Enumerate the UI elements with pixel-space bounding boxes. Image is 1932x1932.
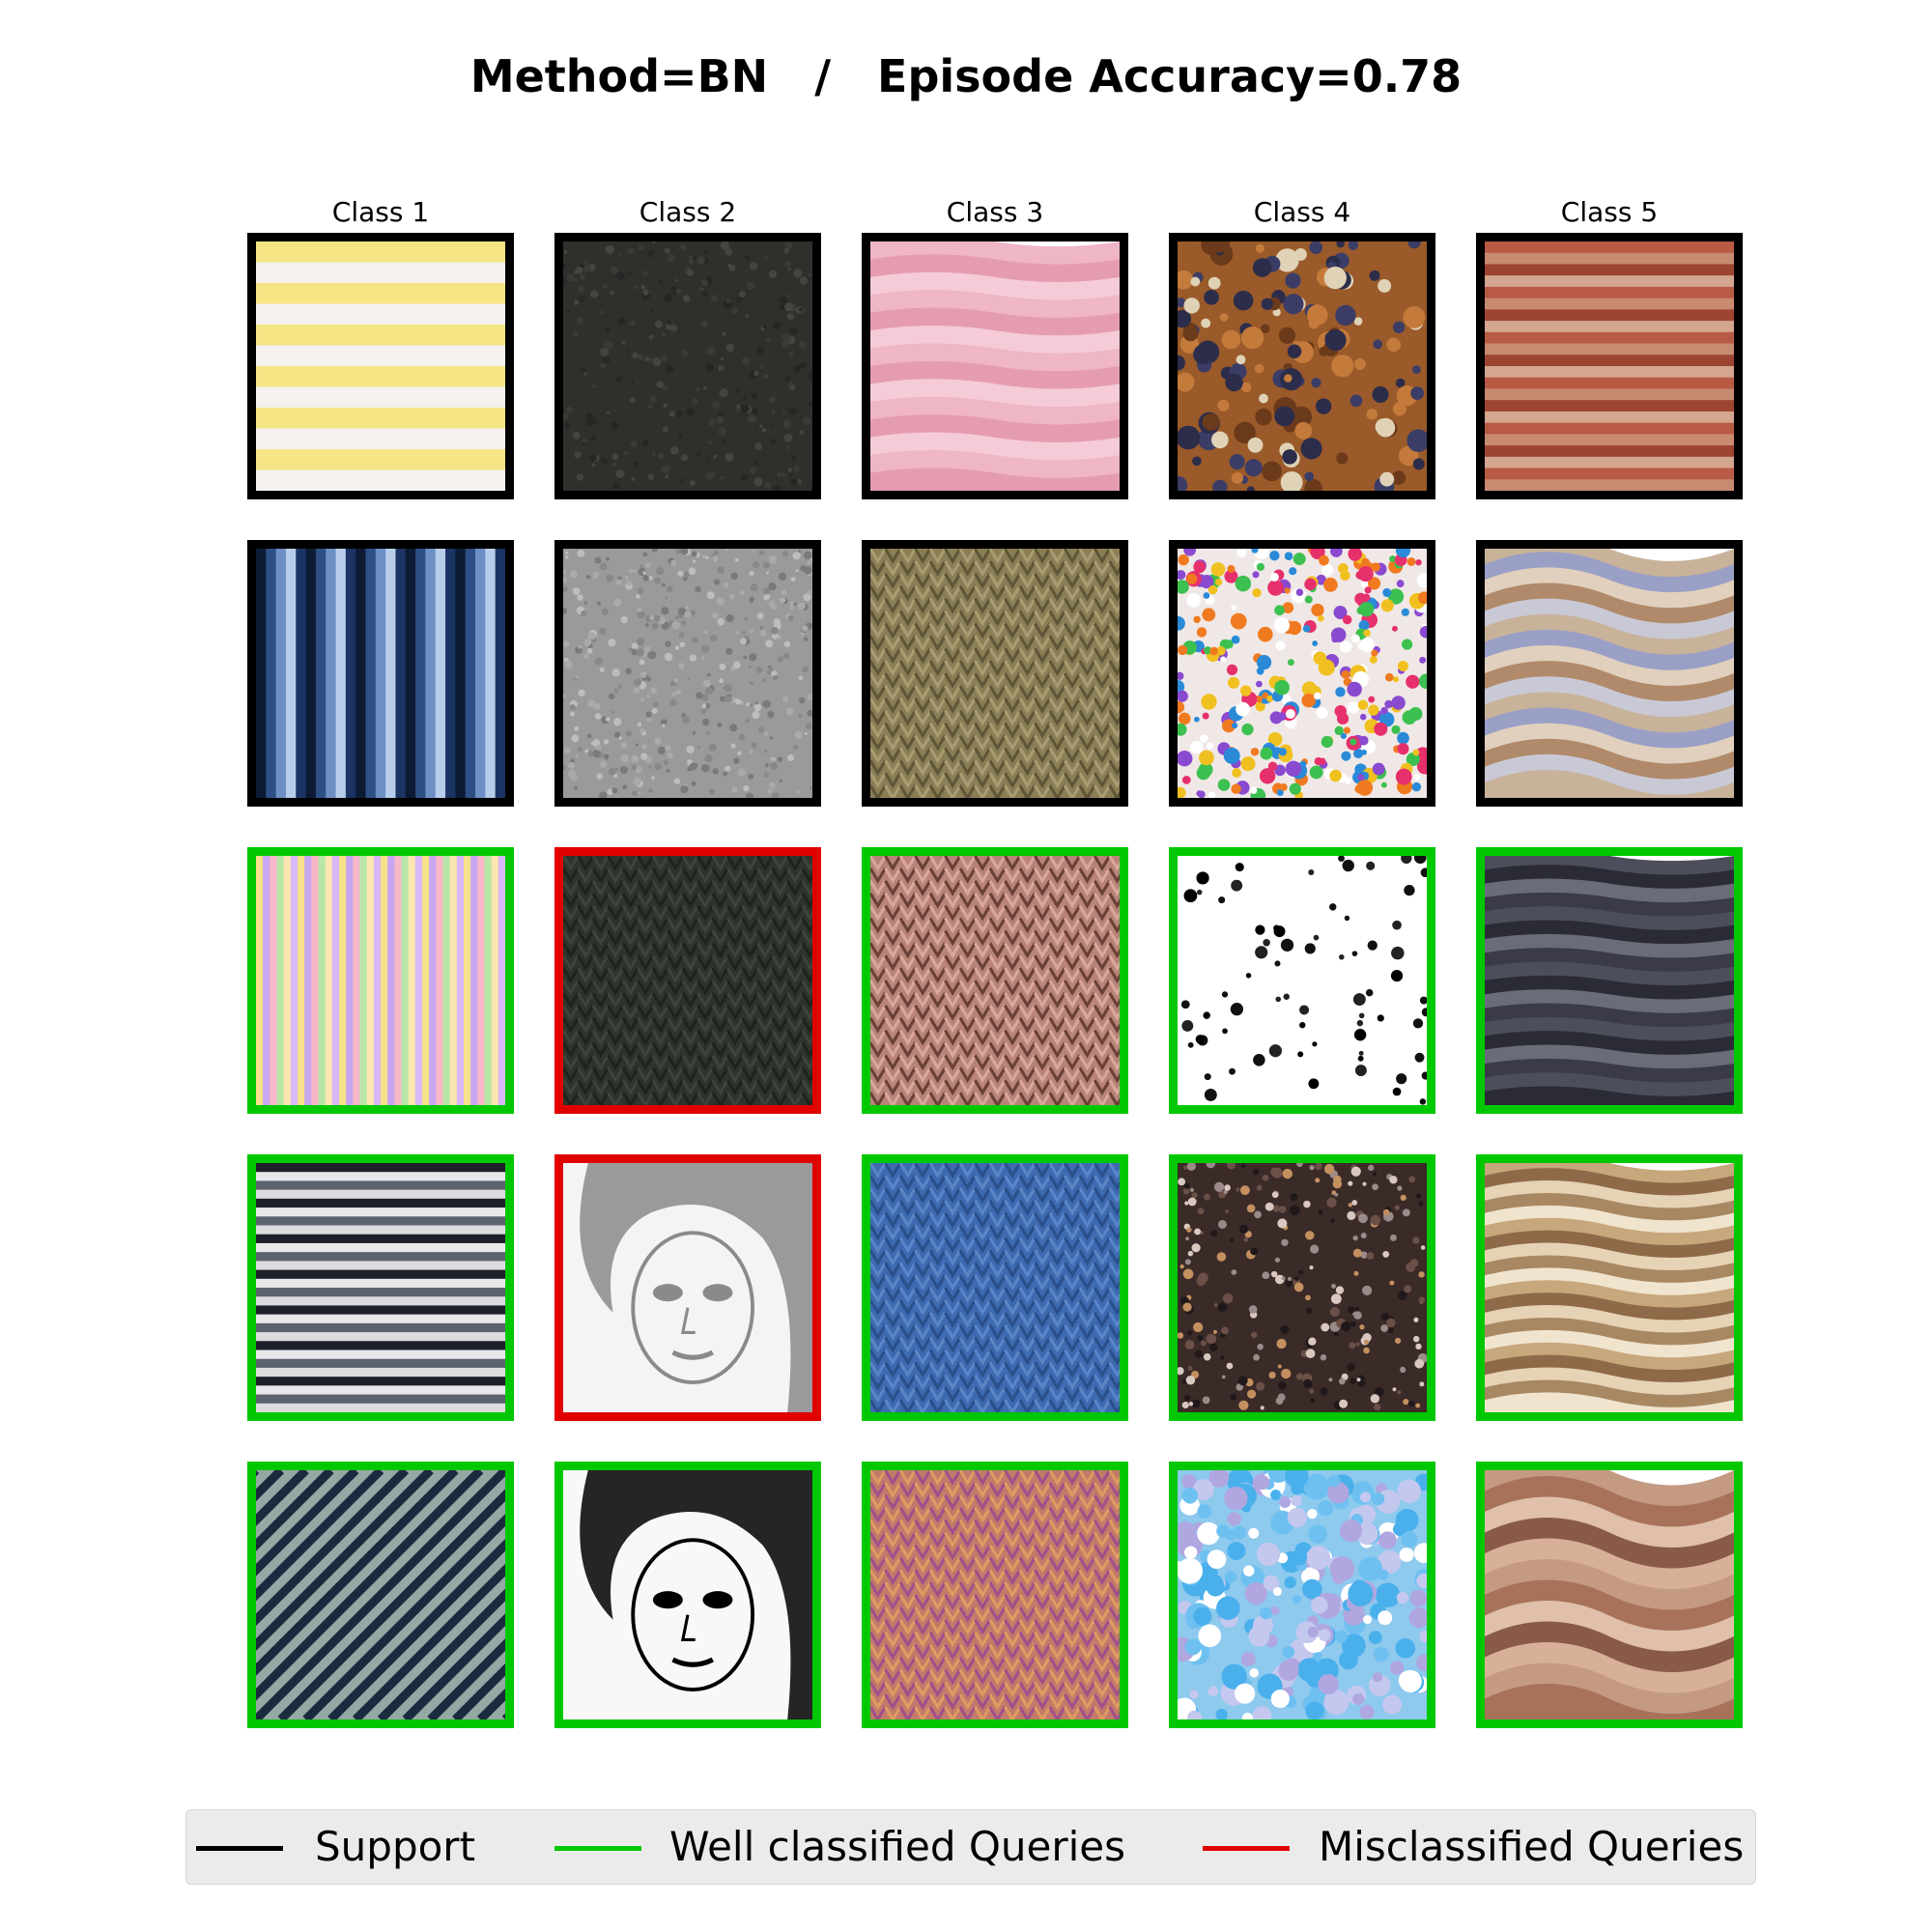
legend-line-well-classified	[554, 1846, 641, 1851]
tile-r4-c3	[862, 1154, 1128, 1421]
legend: Support Well classified Queries Misclass…	[185, 1809, 1756, 1885]
texture-image	[1485, 1163, 1734, 1412]
texture-image	[256, 1470, 505, 1719]
class-label-5: Class 5	[1560, 196, 1659, 228]
texture-image	[256, 1163, 505, 1412]
texture-image	[256, 856, 505, 1105]
tile-r5-c5	[1476, 1462, 1743, 1728]
tile-r1-c3	[862, 233, 1128, 499]
texture-image	[870, 1163, 1120, 1412]
texture-image	[870, 856, 1120, 1105]
tile-r3-c2	[554, 847, 821, 1114]
tile-r2-c2	[554, 540, 821, 807]
tile-r2-c1	[247, 540, 514, 807]
tile-r2-c5	[1476, 540, 1743, 807]
legend-line-misclassified	[1203, 1846, 1290, 1851]
tile-r3-c4	[1169, 847, 1435, 1114]
tile-r4-c2	[554, 1154, 821, 1421]
texture-image	[563, 856, 812, 1105]
tile-r3-c3	[862, 847, 1128, 1114]
texture-image	[1178, 1163, 1427, 1412]
class-label-1: Class 1	[331, 196, 430, 228]
tile-r3-c1	[247, 847, 514, 1114]
legend-line-support	[196, 1846, 283, 1851]
texture-image	[256, 549, 505, 798]
texture-image	[1178, 549, 1427, 798]
texture-image	[563, 242, 812, 491]
tile-r1-c2	[554, 233, 821, 499]
texture-image	[870, 1470, 1120, 1719]
tile-r2-c3	[862, 540, 1128, 807]
texture-image	[256, 242, 505, 491]
texture-image	[563, 549, 812, 798]
texture-image	[1485, 856, 1734, 1105]
texture-image	[870, 242, 1120, 491]
tile-r2-c4	[1169, 540, 1435, 807]
tile-r4-c1	[247, 1154, 514, 1421]
texture-image	[1178, 242, 1427, 491]
legend-label-well-classified: Well classified Queries	[669, 1823, 1126, 1870]
texture-image	[870, 549, 1120, 798]
tile-r5-c1	[247, 1462, 514, 1728]
tile-r5-c4	[1169, 1462, 1435, 1728]
texture-image	[1178, 1470, 1427, 1719]
figure-title: Method=BN / Episode Accuracy=0.78	[469, 50, 1463, 102]
tile-r5-c2	[554, 1462, 821, 1728]
tile-r4-c4	[1169, 1154, 1435, 1421]
tile-r4-c5	[1476, 1154, 1743, 1421]
tile-r1-c1	[247, 233, 514, 499]
texture-image	[563, 1470, 812, 1719]
class-label-4: Class 4	[1253, 196, 1351, 228]
legend-label-misclassified: Misclassified Queries	[1319, 1823, 1745, 1870]
tile-r1-c4	[1169, 233, 1435, 499]
texture-image	[1178, 856, 1427, 1105]
texture-image	[1485, 1470, 1734, 1719]
texture-image	[1485, 242, 1734, 491]
class-label-3: Class 3	[946, 196, 1044, 228]
tile-r1-c5	[1476, 233, 1743, 499]
tile-r3-c5	[1476, 847, 1743, 1114]
class-label-2: Class 2	[639, 196, 737, 228]
tile-r5-c3	[862, 1462, 1128, 1728]
texture-image	[1485, 549, 1734, 798]
texture-image	[563, 1163, 812, 1412]
legend-label-support: Support	[315, 1823, 476, 1870]
